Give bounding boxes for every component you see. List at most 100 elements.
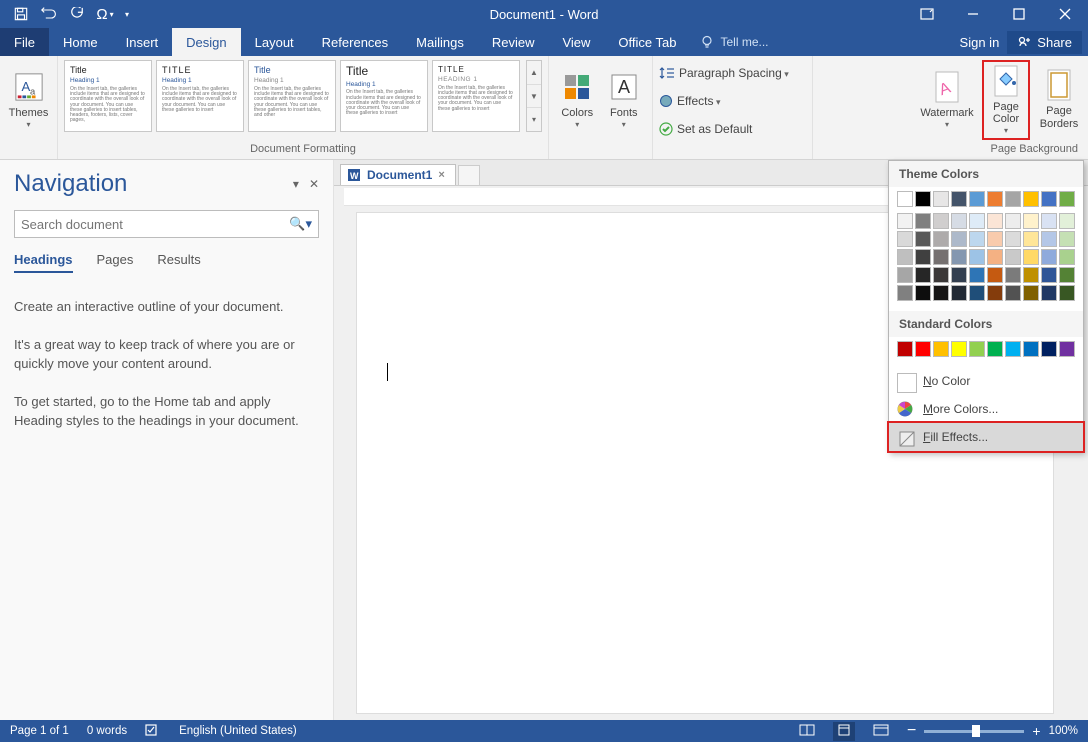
color-swatch[interactable] bbox=[897, 285, 913, 301]
color-swatch[interactable] bbox=[951, 191, 967, 207]
color-swatch[interactable] bbox=[1041, 191, 1057, 207]
color-swatch[interactable] bbox=[951, 213, 967, 229]
color-swatch[interactable] bbox=[897, 267, 913, 283]
color-swatch[interactable] bbox=[1059, 231, 1075, 247]
style-set-gallery[interactable]: TitleHeading 1On the Insert tab, the gal… bbox=[64, 60, 520, 132]
color-swatch[interactable] bbox=[915, 267, 931, 283]
color-swatch[interactable] bbox=[1023, 249, 1039, 265]
color-swatch[interactable] bbox=[1041, 285, 1057, 301]
color-swatch[interactable] bbox=[1023, 213, 1039, 229]
status-page[interactable]: Page 1 of 1 bbox=[10, 725, 69, 737]
color-swatch[interactable] bbox=[933, 285, 949, 301]
tab-file[interactable]: File bbox=[0, 28, 49, 56]
color-swatch[interactable] bbox=[915, 341, 931, 357]
color-swatch[interactable] bbox=[915, 285, 931, 301]
nav-tab-pages[interactable]: Pages bbox=[97, 252, 134, 273]
zoom-in[interactable]: + bbox=[1032, 723, 1040, 739]
color-swatch[interactable] bbox=[897, 191, 913, 207]
zoom-out[interactable]: − bbox=[907, 722, 916, 740]
tab-design[interactable]: Design bbox=[172, 28, 240, 56]
colors-button[interactable]: Colors▾ bbox=[555, 60, 600, 140]
color-swatch[interactable] bbox=[915, 231, 931, 247]
minimize-button[interactable] bbox=[950, 0, 996, 28]
color-swatch[interactable] bbox=[897, 341, 913, 357]
color-swatch[interactable] bbox=[1005, 231, 1021, 247]
color-swatch[interactable] bbox=[987, 231, 1003, 247]
color-swatch[interactable] bbox=[987, 267, 1003, 283]
color-swatch[interactable] bbox=[933, 249, 949, 265]
fonts-button[interactable]: A Fonts▾ bbox=[602, 60, 647, 140]
color-swatch[interactable] bbox=[1023, 285, 1039, 301]
nav-dropdown[interactable]: ▾ bbox=[293, 177, 299, 191]
color-swatch[interactable] bbox=[897, 249, 913, 265]
color-swatch[interactable] bbox=[1041, 213, 1057, 229]
spell-check-icon[interactable] bbox=[145, 724, 161, 739]
color-swatch[interactable] bbox=[969, 231, 985, 247]
no-color-item[interactable]: No Color bbox=[889, 367, 1083, 395]
color-swatch[interactable] bbox=[951, 231, 967, 247]
view-print-layout[interactable] bbox=[833, 722, 855, 741]
tab-view[interactable]: View bbox=[548, 28, 604, 56]
color-swatch[interactable] bbox=[987, 341, 1003, 357]
tab-review[interactable]: Review bbox=[478, 28, 549, 56]
color-swatch[interactable] bbox=[1059, 285, 1075, 301]
more-colors-item[interactable]: More Colors... bbox=[889, 395, 1083, 423]
view-read-mode[interactable] bbox=[799, 724, 815, 739]
color-swatch[interactable] bbox=[969, 191, 985, 207]
color-swatch[interactable] bbox=[1023, 231, 1039, 247]
color-swatch[interactable] bbox=[969, 213, 985, 229]
view-web-layout[interactable] bbox=[873, 724, 889, 739]
watermark-button[interactable]: A Watermark▾ bbox=[916, 60, 978, 140]
color-swatch[interactable] bbox=[933, 267, 949, 283]
color-swatch[interactable] bbox=[969, 341, 985, 357]
redo-button[interactable] bbox=[64, 2, 90, 26]
color-swatch[interactable] bbox=[969, 267, 985, 283]
color-swatch[interactable] bbox=[915, 213, 931, 229]
color-swatch[interactable] bbox=[969, 285, 985, 301]
status-words[interactable]: 0 words bbox=[87, 725, 127, 737]
themes-button[interactable]: Aa Themes ▾ bbox=[6, 60, 51, 140]
color-swatch[interactable] bbox=[951, 341, 967, 357]
color-swatch[interactable] bbox=[1023, 341, 1039, 357]
style-card[interactable]: TitleHeading 1On the Insert tab, the gal… bbox=[248, 60, 336, 132]
color-swatch[interactable] bbox=[897, 213, 913, 229]
close-button[interactable] bbox=[1042, 0, 1088, 28]
style-card[interactable]: TitleHeading 1On the Insert tab, the gal… bbox=[64, 60, 152, 132]
page-color-button[interactable]: Page Color▾ bbox=[982, 60, 1030, 140]
color-swatch[interactable] bbox=[1005, 213, 1021, 229]
color-swatch[interactable] bbox=[1059, 213, 1075, 229]
fill-effects-item[interactable]: Fill Effects... bbox=[887, 421, 1085, 453]
color-swatch[interactable] bbox=[951, 267, 967, 283]
style-card[interactable]: TITLEHEADING 1On the Insert tab, the gal… bbox=[432, 60, 520, 132]
color-swatch[interactable] bbox=[1059, 341, 1075, 357]
gallery-scroll[interactable]: ▲▼▾ bbox=[526, 60, 542, 132]
color-swatch[interactable] bbox=[1023, 267, 1039, 283]
color-swatch[interactable] bbox=[933, 341, 949, 357]
zoom-level[interactable]: 100% bbox=[1049, 725, 1078, 737]
color-swatch[interactable] bbox=[951, 285, 967, 301]
color-swatch[interactable] bbox=[1023, 191, 1039, 207]
tab-home[interactable]: Home bbox=[49, 28, 112, 56]
color-swatch[interactable] bbox=[987, 213, 1003, 229]
qat-customize[interactable]: ▾ bbox=[120, 2, 134, 26]
color-swatch[interactable] bbox=[1059, 249, 1075, 265]
color-swatch[interactable] bbox=[1059, 267, 1075, 283]
color-swatch[interactable] bbox=[987, 191, 1003, 207]
color-swatch[interactable] bbox=[951, 249, 967, 265]
style-card[interactable]: TITLEHeading 1On the Insert tab, the gal… bbox=[156, 60, 244, 132]
close-icon[interactable]: × bbox=[438, 169, 444, 181]
nav-close[interactable]: ✕ bbox=[309, 177, 319, 191]
color-swatch[interactable] bbox=[933, 191, 949, 207]
tell-me[interactable]: Tell me... bbox=[690, 28, 778, 56]
maximize-button[interactable] bbox=[996, 0, 1042, 28]
set-as-default-button[interactable]: Set as Default bbox=[659, 118, 752, 140]
nav-search[interactable]: 🔍▾ bbox=[14, 210, 319, 238]
status-language[interactable]: English (United States) bbox=[179, 725, 297, 737]
document-tab[interactable]: W Document1 × bbox=[340, 164, 456, 185]
color-swatch[interactable] bbox=[933, 213, 949, 229]
paragraph-spacing-button[interactable]: Paragraph Spacing bbox=[659, 62, 789, 84]
search-icon[interactable]: 🔍▾ bbox=[289, 216, 312, 232]
color-swatch[interactable] bbox=[1041, 341, 1057, 357]
color-swatch[interactable] bbox=[897, 231, 913, 247]
ribbon-display-options[interactable] bbox=[904, 0, 950, 28]
